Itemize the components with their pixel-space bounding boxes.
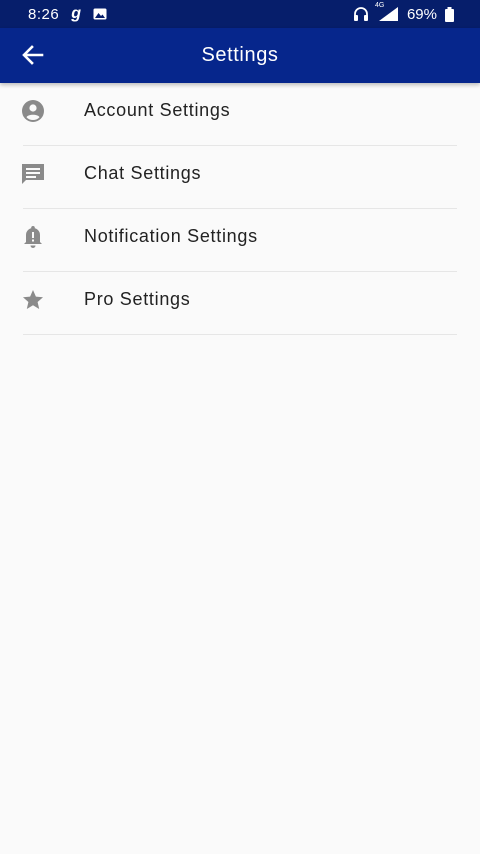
status-bar-right: 4G 69%: [353, 0, 454, 28]
network-type-label: 4G: [374, 2, 385, 9]
battery-icon: [445, 6, 454, 22]
image-icon: [93, 8, 107, 20]
settings-item-notification[interactable]: Notification Settings: [0, 209, 480, 272]
settings-item-chat[interactable]: Chat Settings: [0, 146, 480, 209]
app-bar: Settings: [0, 28, 480, 83]
back-button[interactable]: [12, 34, 54, 76]
settings-item-label: Pro Settings: [84, 289, 191, 309]
settings-item-label: Chat Settings: [84, 163, 202, 183]
settings-item-label: Account Settings: [84, 100, 231, 120]
headphones-icon: [353, 6, 369, 22]
star-icon: [20, 287, 46, 313]
arrow-back-icon: [22, 45, 44, 65]
settings-item-pro[interactable]: Pro Settings: [0, 272, 480, 335]
status-time: 8:26: [28, 5, 60, 23]
status-bar: 8:26 g 4G 69%: [0, 0, 480, 28]
settings-list: Account Settings Chat Settings Notificat…: [0, 83, 480, 335]
account-circle-icon: [20, 98, 46, 124]
notification-bell-icon: [20, 224, 46, 250]
signal-icon: 4G: [375, 2, 399, 22]
settings-item-label: Notification Settings: [84, 226, 258, 246]
page-title: Settings: [201, 44, 279, 66]
battery-percent: 69%: [406, 5, 437, 23]
chat-icon: [20, 161, 46, 187]
g-app-icon: g: [71, 5, 81, 22]
settings-item-account[interactable]: Account Settings: [0, 83, 480, 146]
divider: [23, 334, 457, 335]
status-bar-left: 8:26 g: [28, 0, 107, 28]
